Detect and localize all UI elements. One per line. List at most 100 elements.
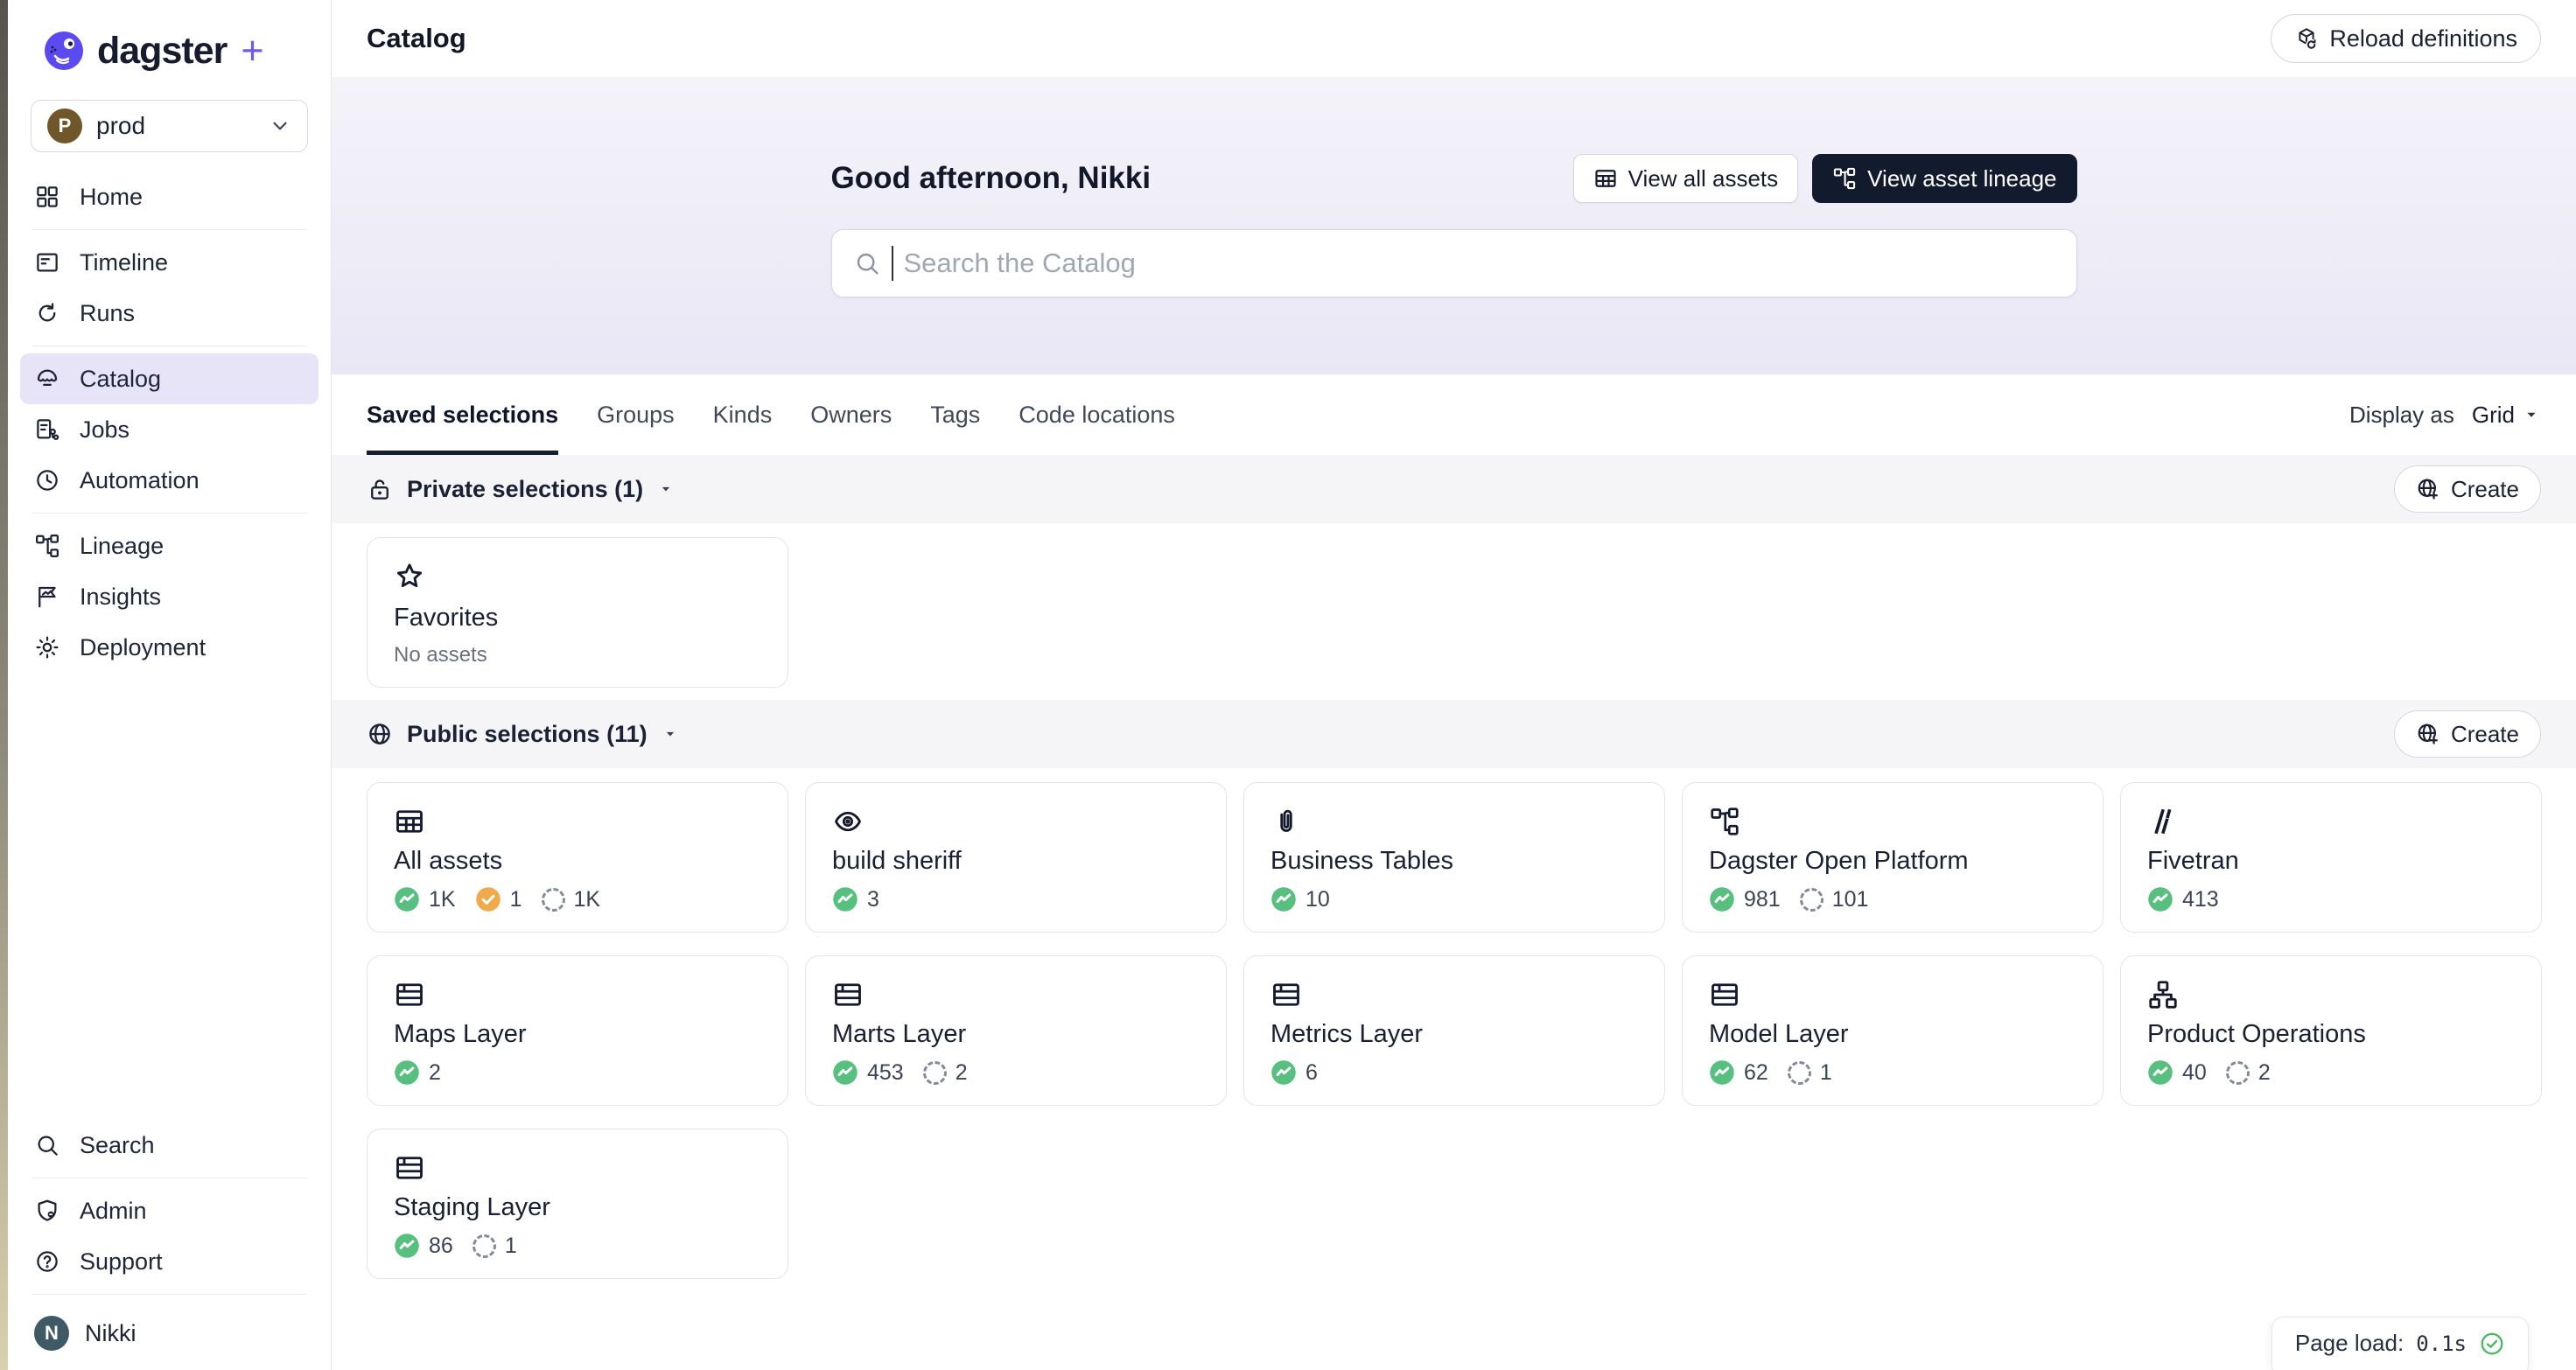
table-rows-icon — [832, 979, 1200, 1010]
sidebar-item-search[interactable]: Search — [20, 1120, 318, 1171]
sidebar-item-runs[interactable]: Runs — [20, 288, 318, 339]
tab-tags[interactable]: Tags — [930, 374, 980, 455]
tab-code-locations[interactable]: Code locations — [1018, 374, 1175, 455]
selection-card-title: Marts Layer — [832, 1020, 1200, 1049]
asset-status-badges: 86 1 — [394, 1233, 761, 1259]
selection-card-title: Staging Layer — [394, 1193, 761, 1222]
catalog-search[interactable] — [831, 229, 2077, 297]
sidebar-item-admin[interactable]: Admin — [20, 1185, 318, 1236]
sidebar-item-label: Insights — [80, 584, 161, 611]
chevron-down-icon — [269, 115, 291, 137]
display-as-control: Display as Grid — [2349, 402, 2541, 429]
sidebar-item-deployment[interactable]: Deployment — [20, 622, 318, 673]
create-label: Create — [2451, 476, 2519, 503]
reload-definitions-button[interactable]: Reload definitions — [2271, 14, 2541, 63]
selection-card-staging-layer[interactable]: Staging Layer 86 1 — [367, 1129, 788, 1279]
badge-count: 62 — [1744, 1060, 1768, 1086]
materialized-badge: 6 — [1270, 1059, 1318, 1086]
page-load-label: Page load: — [2295, 1330, 2404, 1357]
tab-saved-selections[interactable]: Saved selections — [367, 374, 558, 455]
deployment-switcher[interactable]: P prod — [31, 100, 308, 152]
materialized-icon — [2147, 886, 2174, 912]
lock-icon — [367, 476, 393, 502]
display-as-value: Grid — [2472, 402, 2515, 429]
selection-card-fivetran[interactable]: Fivetran 413 — [2120, 782, 2542, 933]
view-asset-lineage-button[interactable]: View asset lineage — [1812, 154, 2076, 203]
selection-card-product-operations[interactable]: Product Operations 40 2 — [2120, 955, 2542, 1106]
materialized-icon — [1270, 1059, 1297, 1086]
view-asset-lineage-label: View asset lineage — [1867, 165, 2056, 192]
asset-status-badges: 40 2 — [2147, 1059, 2515, 1086]
search-input[interactable] — [904, 248, 2055, 279]
tab-kinds[interactable]: Kinds — [713, 374, 773, 455]
section-title: Private selections (1) — [407, 476, 643, 503]
selection-card-model-layer[interactable]: Model Layer 62 1 — [1682, 955, 2104, 1106]
sidebar-item-lineage[interactable]: Lineage — [20, 521, 318, 571]
sidebar-item-home[interactable]: Home — [20, 171, 318, 222]
selection-card-title: Maps Layer — [394, 1020, 761, 1049]
materialized-icon — [832, 886, 858, 912]
tab-label: Groups — [597, 402, 675, 429]
table-icon — [1593, 166, 1618, 191]
selection-card-title: Product Operations — [2147, 1020, 2515, 1049]
never-materialized-badge: 1K — [542, 887, 601, 912]
selection-card-favorites[interactable]: Favorites No assets — [367, 537, 788, 688]
create-private-selection-button[interactable]: Create — [2394, 465, 2541, 513]
view-all-assets-button[interactable]: View all assets — [1573, 154, 1799, 203]
sidebar-item-catalog[interactable]: Catalog — [20, 353, 318, 404]
tab-owners[interactable]: Owners — [810, 374, 892, 455]
user-menu[interactable]: N Nikki — [20, 1302, 318, 1370]
text-cursor — [892, 246, 893, 281]
tab-label: Tags — [930, 402, 980, 429]
badge-count: 1 — [505, 1234, 517, 1259]
sidebar-item-timeline[interactable]: Timeline — [20, 237, 318, 288]
never-materialized-badge: 2 — [2226, 1060, 2271, 1086]
home-icon — [34, 184, 60, 210]
sidebar-item-insights[interactable]: Insights — [20, 571, 318, 622]
globe-plus-icon — [2416, 722, 2440, 746]
private-selections-toggle[interactable]: Private selections (1) — [367, 476, 675, 503]
divider — [32, 1294, 306, 1295]
materialized-icon — [832, 1059, 858, 1086]
app-window: dagster + P prod Home Timeline Runs — [0, 0, 2576, 1370]
selection-card-build-sheriff[interactable]: build sheriff 3 — [805, 782, 1227, 933]
badge-count: 1K — [429, 887, 456, 912]
asset-status-badges: 2 — [394, 1059, 761, 1086]
selection-card-metrics-layer[interactable]: Metrics Layer 6 — [1243, 955, 1665, 1106]
materialized-badge: 40 — [2147, 1059, 2207, 1086]
observed-badge: 1 — [475, 886, 522, 912]
fivetran-icon — [2147, 806, 2515, 837]
sidebar-item-jobs[interactable]: Jobs — [20, 404, 318, 455]
divider — [32, 513, 306, 514]
private-selections-header: Private selections (1) Create — [332, 455, 2576, 523]
selection-card-business-tables[interactable]: Business Tables 10 — [1243, 782, 1665, 933]
public-selections-toggle[interactable]: Public selections (11) — [367, 721, 679, 748]
tab-groups[interactable]: Groups — [597, 374, 675, 455]
sitemap-icon — [2147, 979, 2515, 1010]
badge-count: 3 — [867, 887, 879, 912]
badge-count: 2 — [429, 1060, 441, 1086]
page-load-toast: Page load: 0.1s — [2272, 1317, 2529, 1370]
deployment-name: prod — [96, 112, 255, 140]
table-rows-icon — [1709, 979, 2076, 1010]
selection-card-title: Fivetran — [2147, 847, 2515, 876]
tab-label: Kinds — [713, 402, 773, 429]
selection-card-all-assets[interactable]: All assets 1K 1 1K — [367, 782, 788, 933]
brand-logo[interactable]: dagster + — [8, 0, 331, 94]
public-selections-grid: All assets 1K 1 1K build sheriff 3 Busin… — [332, 768, 2576, 1297]
selection-card-dagster-open-platform[interactable]: Dagster Open Platform 981 101 — [1682, 782, 2104, 933]
never-materialized-icon — [2226, 1061, 2250, 1085]
selection-card-marts-layer[interactable]: Marts Layer 453 2 — [805, 955, 1227, 1106]
materialized-badge: 1K — [394, 886, 456, 912]
sidebar-item-label: Runs — [80, 300, 135, 327]
timeline-icon — [34, 249, 60, 276]
display-as-dropdown[interactable]: Grid — [2472, 402, 2541, 429]
sidebar-item-automation[interactable]: Automation — [20, 455, 318, 506]
sidebar-item-support[interactable]: Support — [20, 1236, 318, 1287]
jobs-icon — [34, 416, 60, 443]
sidebar-item-label: Catalog — [80, 366, 161, 393]
never-materialized-icon — [472, 1234, 496, 1258]
selection-card-maps-layer[interactable]: Maps Layer 2 — [367, 955, 788, 1106]
sidebar-item-label: Lineage — [80, 533, 164, 560]
create-public-selection-button[interactable]: Create — [2394, 710, 2541, 758]
